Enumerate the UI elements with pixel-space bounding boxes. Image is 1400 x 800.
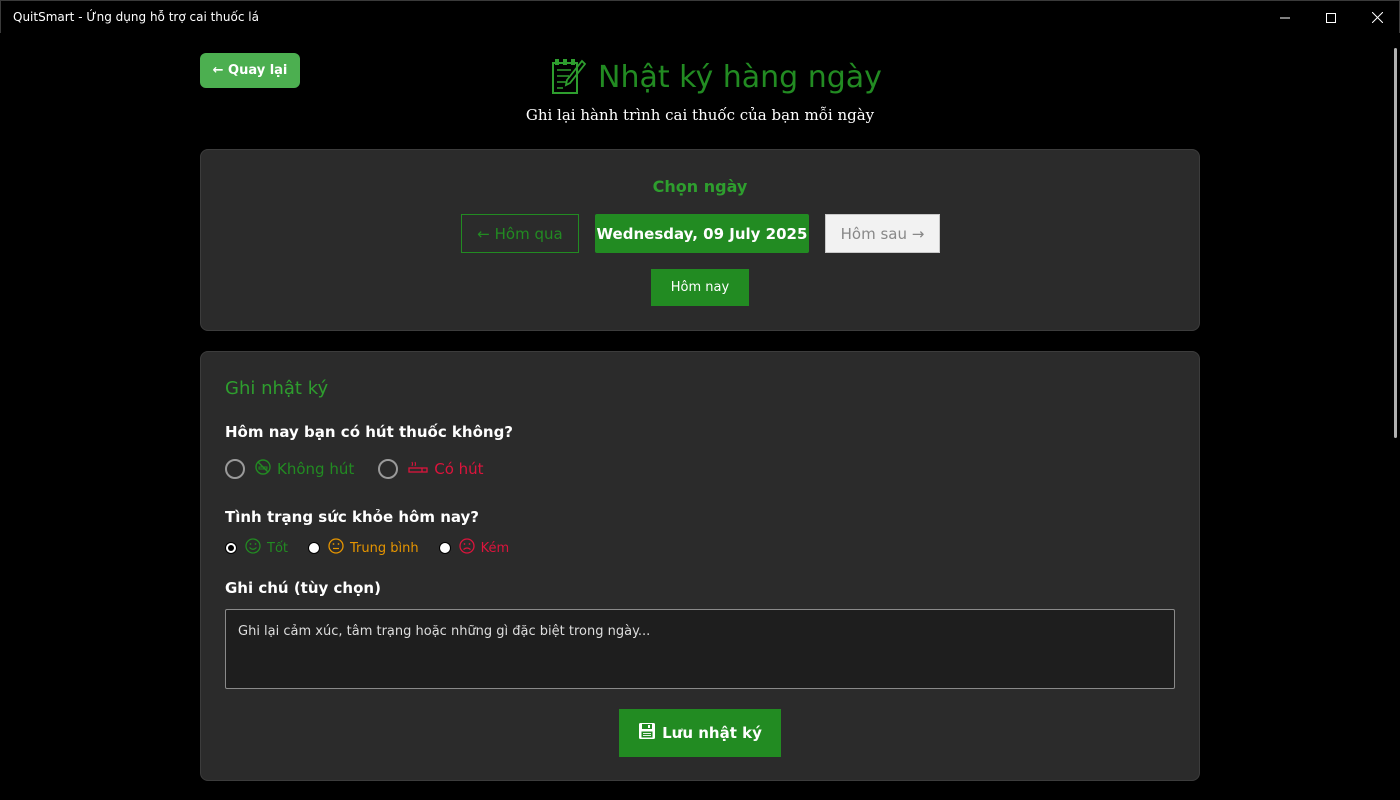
page-title-text: Nhật ký hàng ngày	[598, 59, 882, 95]
floppy-disk-icon	[638, 722, 662, 744]
radio-no-smoke[interactable]	[225, 459, 245, 479]
health-option-poor-label: Kém	[480, 540, 510, 556]
health-question-label: Tình trạng sức khỏe hôm nay?	[225, 508, 480, 526]
health-radio-group: Tốt Trung bình Kém	[225, 538, 509, 558]
sad-face-icon	[458, 538, 475, 558]
save-journal-button[interactable]: Lưu nhật ký	[619, 709, 781, 757]
today-button[interactable]: Hôm nay	[651, 269, 749, 306]
health-option-average[interactable]: Trung bình	[308, 538, 419, 558]
radio-health-average[interactable]	[308, 542, 320, 554]
note-textarea[interactable]: Ghi lại cảm xúc, tâm trạng hoặc những gì…	[225, 609, 1175, 689]
radio-smoke[interactable]	[378, 459, 399, 479]
next-day-button[interactable]: Hôm sau →	[825, 214, 940, 253]
cigarette-icon	[408, 460, 428, 479]
smile-icon	[245, 538, 261, 558]
radio-health-poor[interactable]	[438, 542, 451, 554]
note-label: Ghi chú (tùy chọn)	[225, 579, 381, 597]
current-date-display: Wednesday, 09 July 2025	[595, 214, 809, 253]
page-subtitle: Ghi lại hành trình cai thuốc của bạn mỗi…	[525, 106, 875, 124]
neutral-face-icon	[328, 538, 344, 558]
date-picker-heading: Chọn ngày	[652, 177, 748, 196]
radio-health-good[interactable]	[225, 542, 237, 554]
journal-card: Ghi nhật ký Hôm nay bạn có hút thuốc khô…	[200, 351, 1200, 781]
smoke-question-label: Hôm nay bạn có hút thuốc không?	[225, 423, 514, 441]
date-picker-card: Chọn ngày ← Hôm qua Wednesday, 09 July 2…	[200, 149, 1200, 331]
window-titlebar: QuitSmart - Ứng dụng hỗ trợ cai thuốc lá	[0, 0, 1400, 33]
maximize-icon[interactable]	[1308, 1, 1354, 34]
health-option-good[interactable]: Tốt	[225, 538, 288, 558]
memo-icon	[548, 57, 588, 97]
save-journal-label: Lưu nhật ký	[662, 724, 762, 742]
health-option-good-label: Tốt	[267, 540, 288, 556]
smoke-option-no[interactable]: Không hút	[225, 459, 354, 479]
no-smoking-icon	[255, 459, 271, 479]
journal-heading: Ghi nhật ký	[225, 378, 329, 399]
smoke-radio-group: Không hút Có hút	[225, 459, 484, 479]
smoke-option-yes[interactable]: Có hút	[378, 459, 484, 479]
smoke-option-no-label: Không hút	[277, 460, 355, 478]
back-button[interactable]: ← Quay lại	[200, 53, 300, 88]
health-option-average-label: Trung bình	[350, 540, 419, 556]
health-option-poor[interactable]: Kém	[438, 538, 510, 558]
previous-day-button[interactable]: ← Hôm qua	[461, 214, 579, 253]
page-title: Nhật ký hàng ngày	[548, 57, 882, 97]
minimize-icon[interactable]	[1262, 1, 1308, 34]
window-title: QuitSmart - Ứng dụng hỗ trợ cai thuốc lá	[13, 10, 259, 24]
close-icon[interactable]	[1354, 1, 1400, 34]
smoke-option-yes-label: Có hút	[434, 460, 484, 478]
